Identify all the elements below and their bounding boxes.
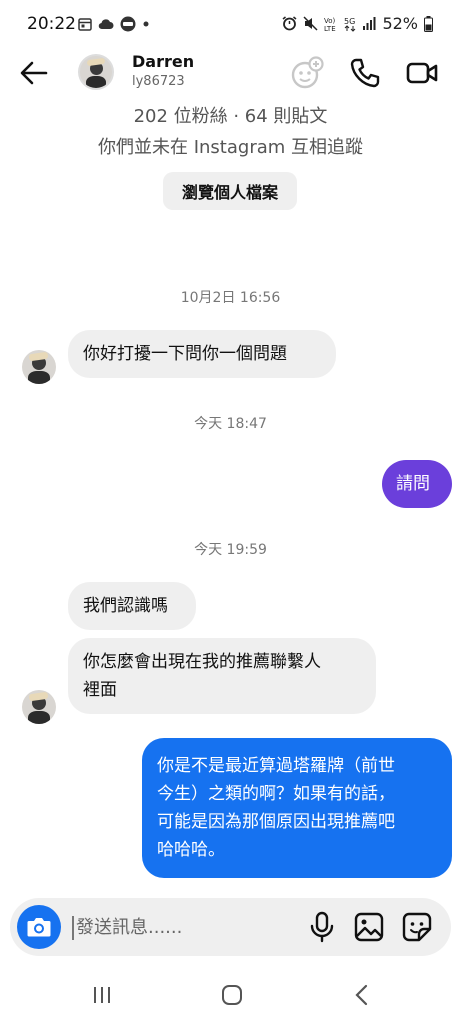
home-icon[interactable]	[212, 980, 252, 1010]
svg-text:Vo): Vo)	[324, 17, 336, 25]
message-bubble-incoming[interactable]: 我們認識嗎	[68, 582, 196, 630]
timestamp: 今天 19:59	[194, 542, 267, 558]
camera-icon	[27, 918, 51, 937]
message-text-line: 你是不是最近算過塔羅牌（前世	[157, 756, 395, 776]
recent-apps-icon[interactable]	[82, 980, 122, 1010]
message-bubble-outgoing[interactable]: 你是不是最近算過塔羅牌（前世 今生）之類的啊？如果有的話， 可能是因為那個原因出…	[142, 738, 452, 878]
avatar[interactable]	[78, 54, 114, 90]
microphone-icon[interactable]	[305, 910, 339, 944]
chat-header: Darren ly86723	[0, 48, 461, 98]
message-composer	[10, 898, 451, 956]
status-time: 20:22	[27, 14, 76, 34]
dot-icon	[143, 21, 149, 27]
back-arrow-icon[interactable]	[18, 58, 50, 88]
svg-text:LTE: LTE	[324, 25, 336, 32]
5g-icon: 5G	[344, 17, 356, 32]
sticker-icon[interactable]	[400, 910, 434, 944]
video-icon[interactable]	[405, 56, 439, 90]
message-input[interactable]	[76, 910, 296, 944]
message-text-line: 哈哈哈。	[157, 840, 225, 860]
message-text-line: 可能是因為那個原因出現推薦吧	[157, 812, 395, 832]
avatar[interactable]	[22, 350, 56, 384]
profile-stats: 202 位粉絲 · 64 則貼文	[133, 106, 328, 127]
text-cursor	[72, 916, 74, 940]
battery-icon	[424, 15, 433, 32]
alarm-icon	[282, 16, 297, 31]
system-navigation-bar	[0, 970, 461, 1024]
dm-effects-icon[interactable]	[290, 56, 324, 90]
mute-icon	[303, 16, 318, 31]
timestamp: 10月2日 16:56	[180, 290, 281, 306]
view-profile-button[interactable]: 瀏覽個人檔案	[163, 172, 297, 210]
status-notification-icons	[78, 16, 150, 32]
camera-button[interactable]	[17, 905, 61, 949]
phone-icon[interactable]	[348, 56, 382, 90]
contact-username[interactable]: ly86723	[132, 74, 185, 89]
battery-percent: 52%	[382, 14, 418, 33]
profile-mutual-status: 你們並未在 Instagram 互相追蹤	[97, 137, 363, 158]
cloud-icon	[98, 19, 114, 30]
message-bubble-incoming[interactable]: 你怎麼會出現在我的推薦聯繫人 裡面	[68, 638, 376, 714]
signal-icon	[363, 17, 376, 30]
status-bar: 20:22 Vo) LTE 5G 52%	[0, 0, 461, 48]
svg-text:5G: 5G	[344, 17, 355, 26]
message-text-line: 裡面	[83, 680, 117, 700]
contact-name[interactable]: Darren	[132, 52, 194, 71]
message-text-line: 你怎麼會出現在我的推薦聯繫人	[83, 652, 321, 672]
message-bubble-outgoing[interactable]: 請問	[382, 460, 452, 508]
gallery-icon[interactable]	[352, 910, 386, 944]
calendar-icon	[78, 18, 92, 31]
status-system-icons: Vo) LTE 5G 52%	[282, 14, 433, 33]
timestamp: 今天 18:47	[194, 416, 267, 432]
volte-icon: Vo)LTE	[324, 17, 336, 32]
back-nav-icon[interactable]	[342, 980, 382, 1010]
avatar[interactable]	[22, 690, 56, 724]
message-bubble-incoming[interactable]: 你好打擾一下問你一個問題	[68, 330, 336, 378]
message-text-line: 今生）之類的啊？如果有的話，	[157, 784, 395, 804]
line-app-icon	[120, 16, 136, 32]
